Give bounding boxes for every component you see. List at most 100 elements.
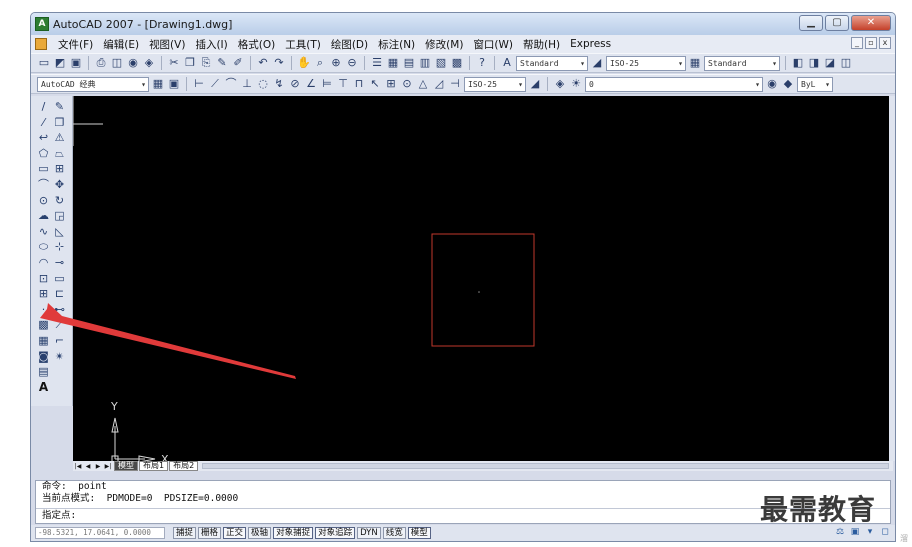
my-workspace-icon[interactable]: ▣ bbox=[167, 77, 181, 91]
properties-icon[interactable]: ☰ bbox=[370, 56, 384, 70]
dimension-style-select[interactable]: ISO-25 bbox=[606, 55, 686, 71]
fillet-icon[interactable]: ⌐ bbox=[53, 334, 66, 348]
layout-icon-1[interactable]: ◧ bbox=[791, 56, 805, 70]
doc-minimize-button[interactable]: _ bbox=[851, 37, 863, 49]
pan-icon[interactable]: ✋ bbox=[297, 56, 311, 70]
horizontal-scrollbar[interactable] bbox=[202, 463, 889, 469]
multiline-text-icon[interactable]: A bbox=[37, 380, 50, 395]
polygon-icon[interactable]: ⬠ bbox=[37, 147, 50, 161]
color-select[interactable]: ByL bbox=[797, 76, 833, 92]
undo-icon[interactable]: ↶ bbox=[256, 56, 270, 70]
menu-draw[interactable]: 绘图(D) bbox=[326, 37, 373, 52]
break-at-point-icon[interactable]: ▭ bbox=[53, 272, 66, 286]
angular-icon[interactable]: ∠ bbox=[304, 77, 318, 91]
drawn-rectangle[interactable] bbox=[431, 233, 535, 347]
dim-text-edit-icon[interactable]: ◿ bbox=[432, 77, 446, 91]
zoom-previous-icon[interactable]: ⊖ bbox=[345, 56, 359, 70]
document-icon[interactable] bbox=[35, 38, 47, 50]
doc-restore-button[interactable]: ▫ bbox=[865, 37, 877, 49]
otrack-toggle[interactable]: 对象追踪 bbox=[315, 527, 356, 539]
tab-prev-button[interactable]: ◀ bbox=[83, 462, 93, 471]
menu-edit[interactable]: 编辑(E) bbox=[98, 37, 144, 52]
tab-layout2[interactable]: 布局2 bbox=[169, 461, 199, 471]
diameter-icon[interactable]: ⊘ bbox=[288, 77, 302, 91]
zoom-window-icon[interactable]: ⊕ bbox=[329, 56, 343, 70]
spline-icon[interactable]: ∿ bbox=[37, 225, 50, 239]
polyline-icon[interactable]: ↩ bbox=[37, 131, 50, 145]
region-icon[interactable]: ◙ bbox=[37, 350, 50, 364]
save-icon[interactable]: ▣ bbox=[69, 56, 83, 70]
lineweight-toggle[interactable]: 线宽 bbox=[382, 527, 406, 539]
menu-file[interactable]: 文件(F) bbox=[53, 37, 98, 52]
jogged-icon[interactable]: ↯ bbox=[272, 77, 286, 91]
model-toggle[interactable]: 模型 bbox=[407, 527, 431, 539]
hatch-icon[interactable]: ▩ bbox=[37, 318, 50, 332]
publish-icon[interactable]: ◉ bbox=[126, 56, 140, 70]
join-icon[interactable]: ⊷ bbox=[53, 303, 66, 317]
doc-close-button[interactable]: x bbox=[879, 37, 891, 49]
arc-icon[interactable]: ⌒ bbox=[37, 178, 50, 192]
polar-toggle[interactable]: 极轴 bbox=[248, 527, 272, 539]
move-icon[interactable]: ✥ bbox=[53, 178, 66, 192]
tab-model[interactable]: 模型 bbox=[114, 461, 138, 471]
text-style-select[interactable]: Standard bbox=[516, 55, 588, 71]
explode-icon[interactable]: ✴ bbox=[53, 350, 66, 364]
preview-icon[interactable]: ◫ bbox=[110, 56, 124, 70]
coordinate-readout[interactable]: -98.5321, 17.0641, 0.0000 bbox=[35, 527, 165, 539]
dyn-toggle[interactable]: DYN bbox=[357, 527, 381, 539]
make-block-icon[interactable]: ⊞ bbox=[37, 287, 50, 301]
markup-icon[interactable]: ▧ bbox=[434, 56, 448, 70]
autocad-app-icon[interactable]: A bbox=[35, 17, 49, 31]
table-style-select[interactable]: Standard bbox=[704, 55, 780, 71]
aligned-dim-icon[interactable]: ⟋ bbox=[208, 77, 222, 91]
array-icon[interactable]: ⊞ bbox=[53, 162, 66, 176]
layout-icon-4[interactable]: ◫ bbox=[839, 56, 853, 70]
clean-screen-icon[interactable]: ◻ bbox=[879, 526, 891, 538]
continue-icon[interactable]: ⊓ bbox=[352, 77, 366, 91]
mirror-icon[interactable]: ⚠ bbox=[53, 131, 66, 145]
maximize-button[interactable]: ▢ bbox=[825, 15, 849, 31]
snap-toggle[interactable]: 捕捉 bbox=[173, 527, 197, 539]
layer-select[interactable]: 0 bbox=[585, 76, 763, 92]
drawing-area[interactable]: Y X bbox=[72, 96, 891, 466]
sheet-set-icon[interactable]: ▥ bbox=[418, 56, 432, 70]
calculator-icon[interactable]: ▩ bbox=[450, 56, 464, 70]
chamfer-icon[interactable]: ⟋ bbox=[53, 318, 66, 332]
tab-next-button[interactable]: ▶ bbox=[93, 462, 103, 471]
trim-icon[interactable]: ⊹ bbox=[53, 240, 66, 254]
table-icon[interactable]: ▤ bbox=[37, 365, 50, 379]
cut-icon[interactable]: ✂ bbox=[167, 56, 181, 70]
new-icon[interactable]: ▭ bbox=[37, 56, 51, 70]
dim-update-icon[interactable]: ⊣ bbox=[448, 77, 462, 91]
center-mark-icon[interactable]: ⊙ bbox=[400, 77, 414, 91]
tab-layout1[interactable]: 布局1 bbox=[139, 461, 169, 471]
help-icon[interactable]: ? bbox=[475, 56, 489, 70]
menu-window[interactable]: 窗口(W) bbox=[468, 37, 518, 52]
menu-dimension[interactable]: 标注(N) bbox=[373, 37, 420, 52]
make-current-icon[interactable]: ◉ bbox=[765, 77, 779, 91]
dim-edit-icon[interactable]: △ bbox=[416, 77, 430, 91]
break-icon[interactable]: ⊏ bbox=[53, 287, 66, 301]
layout-icon-3[interactable]: ◪ bbox=[823, 56, 837, 70]
radius-icon[interactable]: ◌ bbox=[256, 77, 270, 91]
zoom-realtime-icon[interactable]: ⌕ bbox=[313, 56, 327, 70]
leader-icon[interactable]: ↖ bbox=[368, 77, 382, 91]
menu-format[interactable]: 格式(O) bbox=[233, 37, 280, 52]
insert-block-icon[interactable]: ⊡ bbox=[37, 272, 50, 286]
ortho-toggle[interactable]: 正交 bbox=[223, 527, 247, 539]
tab-first-button[interactable]: |◀ bbox=[73, 462, 83, 471]
redo-icon[interactable]: ↷ bbox=[272, 56, 286, 70]
arc-length-icon[interactable]: ⌒ bbox=[224, 77, 238, 91]
stretch-icon[interactable]: ◺ bbox=[53, 225, 66, 239]
dimension-style-icon[interactable]: ◢ bbox=[528, 77, 542, 91]
construction-line-icon[interactable]: ⁄ bbox=[37, 116, 50, 130]
baseline-icon[interactable]: ⊤ bbox=[336, 77, 350, 91]
scale-icon[interactable]: ◲ bbox=[53, 209, 66, 223]
layer-previous-icon[interactable]: ◆ bbox=[781, 77, 795, 91]
close-button[interactable]: ✕ bbox=[851, 15, 891, 31]
linear-dim-icon[interactable]: ⊢ bbox=[192, 77, 206, 91]
rectangle-icon[interactable]: ▭ bbox=[37, 162, 50, 176]
tolerance-icon[interactable]: ⊞ bbox=[384, 77, 398, 91]
erase-icon[interactable]: ✎ bbox=[53, 100, 66, 114]
match-properties-icon[interactable]: ✎ bbox=[215, 56, 229, 70]
